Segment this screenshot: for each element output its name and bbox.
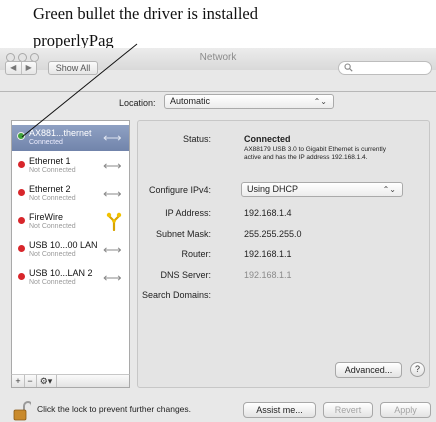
service-status: Not Connected bbox=[29, 167, 76, 174]
search-icon bbox=[344, 63, 353, 72]
status-indicator-red-icon bbox=[18, 161, 25, 168]
service-status: Not Connected bbox=[29, 279, 76, 286]
service-status: Not Connected bbox=[29, 195, 76, 202]
popup-arrows-icon: ⌃⌄ bbox=[313, 97, 327, 106]
service-list-toolbar: + − ⚙▾ bbox=[11, 374, 130, 388]
lock-icon[interactable] bbox=[13, 401, 31, 421]
status-label: Status: bbox=[182, 134, 211, 144]
service-status: Connected bbox=[29, 139, 63, 146]
service-item-ethernet-1[interactable]: Ethernet 1 Not Connected ⟷ bbox=[12, 153, 129, 179]
service-name: Ethernet 1 bbox=[29, 156, 71, 166]
status-description: AX88179 USB 3.0 to Gigabit Ethernet is c… bbox=[244, 146, 386, 161]
service-name: USB 10...LAN 2 bbox=[29, 268, 93, 278]
action-menu-button[interactable]: ⚙▾ bbox=[36, 375, 57, 387]
service-name: Ethernet 2 bbox=[29, 184, 71, 194]
status-indicator-red-icon bbox=[18, 273, 25, 280]
ethernet-arrows-icon: ⟷ bbox=[103, 270, 122, 285]
service-item-usb-lan[interactable]: USB 10...00 LAN Not Connected ⟷ bbox=[12, 237, 129, 263]
apply-button[interactable]: Apply bbox=[380, 402, 431, 418]
assist-me-button[interactable]: Assist me... bbox=[243, 402, 316, 418]
help-button[interactable]: ? bbox=[410, 362, 425, 377]
revert-button[interactable]: Revert bbox=[323, 402, 373, 418]
status-indicator-red-icon bbox=[18, 217, 25, 224]
forward-button[interactable]: ▶ bbox=[20, 62, 37, 74]
status-indicator-red-icon bbox=[18, 189, 25, 196]
show-all-button[interactable]: Show All bbox=[48, 61, 98, 75]
service-item-firewire[interactable]: FireWire Not Connected bbox=[12, 209, 129, 235]
ip-address-label: IP Address: bbox=[165, 208, 211, 218]
service-name: AX881...thernet bbox=[29, 128, 92, 138]
ethernet-arrows-icon: ⟷ bbox=[103, 158, 122, 173]
configure-ipv4-value: Using DHCP bbox=[247, 184, 299, 194]
search-field[interactable] bbox=[338, 61, 432, 75]
firewire-icon bbox=[106, 212, 122, 231]
ethernet-arrows-icon: ⟷ bbox=[103, 242, 122, 257]
subnet-mask-value: 255.255.255.0 bbox=[244, 229, 302, 239]
service-item-ax88179[interactable]: AX881...thernet Connected ⟷ bbox=[12, 125, 129, 151]
network-preferences-window: Network ◀ ▶ Show All Location: Automatic… bbox=[0, 48, 436, 422]
popup-arrows-icon: ⌃⌄ bbox=[382, 185, 396, 194]
configure-ipv4-label: Configure IPv4: bbox=[148, 185, 211, 195]
router-label: Router: bbox=[181, 249, 211, 259]
service-name: FireWire bbox=[29, 212, 63, 222]
dns-server-label: DNS Server: bbox=[160, 270, 211, 280]
service-list: AX881...thernet Connected ⟷ Ethernet 1 N… bbox=[11, 120, 130, 383]
back-forward-buttons: ◀ ▶ bbox=[5, 61, 37, 75]
subnet-mask-label: Subnet Mask: bbox=[155, 229, 211, 239]
service-item-ethernet-2[interactable]: Ethernet 2 Not Connected ⟷ bbox=[12, 181, 129, 207]
service-item-usb-lan-2[interactable]: USB 10...LAN 2 Not Connected ⟷ bbox=[12, 265, 129, 291]
back-button[interactable]: ◀ bbox=[6, 62, 21, 74]
dns-server-value: 192.168.1.1 bbox=[244, 270, 292, 280]
service-status: Not Connected bbox=[29, 251, 76, 258]
service-status: Not Connected bbox=[29, 223, 76, 230]
location-label: Location: bbox=[119, 98, 156, 108]
ip-address-value: 192.168.1.4 bbox=[244, 208, 292, 218]
lock-message: Click the lock to prevent further change… bbox=[37, 404, 192, 414]
configure-ipv4-popup[interactable]: Using DHCP ⌃⌄ bbox=[241, 182, 403, 197]
location-value: Automatic bbox=[170, 96, 211, 106]
ethernet-arrows-icon: ⟷ bbox=[103, 186, 122, 201]
toolbar: ◀ ▶ Show All bbox=[0, 59, 436, 92]
router-value: 192.168.1.1 bbox=[244, 249, 292, 259]
ethernet-arrows-icon: ⟷ bbox=[103, 130, 122, 145]
service-name: USB 10...00 LAN bbox=[29, 240, 98, 250]
location-popup[interactable]: Automatic ⌃⌄ bbox=[164, 94, 334, 109]
status-value: Connected bbox=[244, 134, 291, 144]
toolbar-divider bbox=[0, 91, 436, 92]
advanced-button[interactable]: Advanced... bbox=[335, 362, 402, 378]
annotation-line-1: Green bullet the driver is installed bbox=[33, 4, 258, 23]
status-indicator-green-icon bbox=[17, 132, 25, 140]
search-domains-label: Search Domains: bbox=[141, 290, 211, 300]
status-indicator-red-icon bbox=[18, 245, 25, 252]
